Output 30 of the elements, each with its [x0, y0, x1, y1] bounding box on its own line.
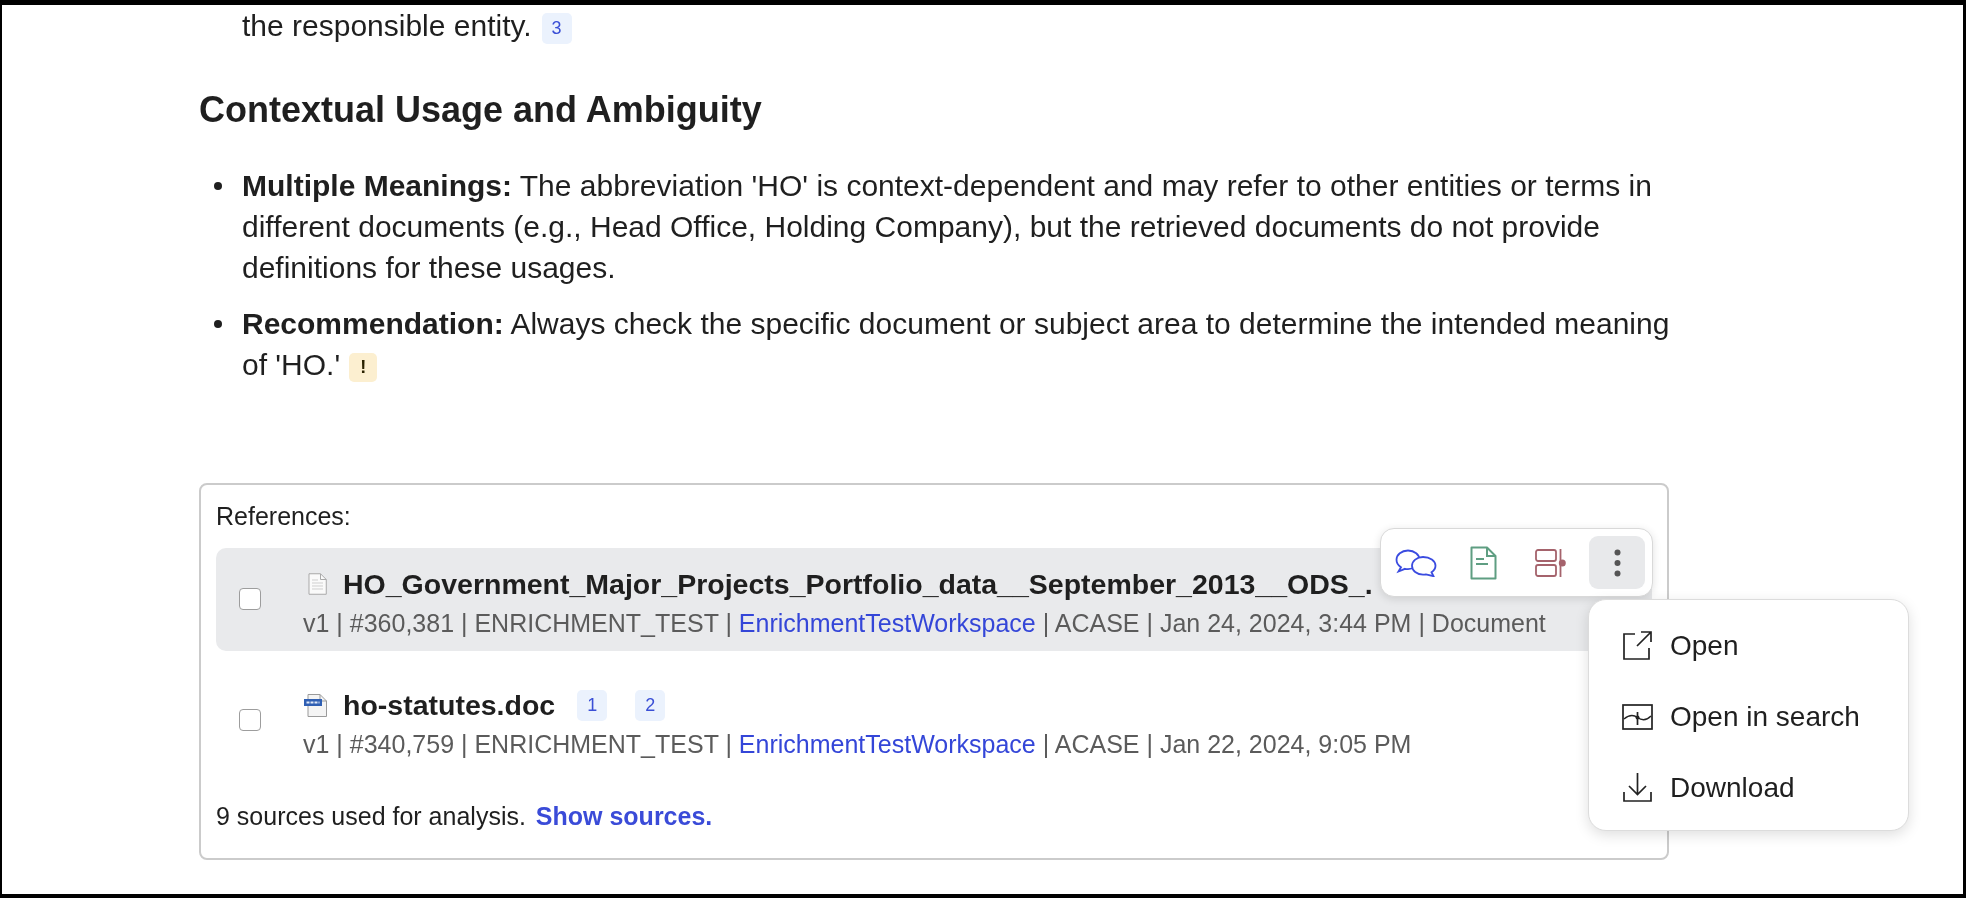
document-title[interactable]: ho-statutes.doc [343, 685, 556, 725]
chat-bubbles-icon [1395, 548, 1437, 577]
body-text: the responsible entity. [242, 9, 532, 42]
warning-badge[interactable]: ! [349, 352, 378, 382]
citation-badge[interactable]: 3 [541, 12, 572, 44]
workspace-link[interactable]: EnrichmentTestWorkspace [738, 730, 1036, 758]
section-heading: Contextual Usage and Ambiguity [199, 88, 763, 132]
bullet-text: Multiple Meanings: The abbreviation 'HO' is context-dependent and may refer to other entities or terms in different documents (e.g., Head Office, Holding Company), but the retrieved documents do not provide definitions for these usages. [242, 168, 1653, 286]
framed-wave-icon [1622, 701, 1653, 732]
document-title[interactable]: HO_Government_Major_Projects_Portfolio_data__September_2013__ODS_. [343, 564, 1373, 604]
document-icon [1469, 545, 1497, 580]
references-label: References: [216, 501, 352, 532]
show-sources-link[interactable]: Show sources. [535, 802, 713, 830]
checkbox[interactable] [239, 709, 261, 731]
doc-file-icon [304, 693, 327, 717]
checkbox[interactable] [239, 588, 261, 610]
document-details: v1 | #340,759 | ENRICHMENT_TEST | EnrichmentTestWorkspace | ACASE | Jan 22, 2024, 9:05 PM [303, 729, 1412, 760]
bullet-icon [214, 319, 222, 328]
file-icon [308, 573, 327, 595]
bullet-text: Recommendation: Always check the specific document or subject area to determine the intended meaning of 'HO.' ! [242, 306, 1671, 384]
bullet-icon [214, 181, 222, 190]
citation-badge[interactable]: 2 [635, 689, 666, 721]
more-button[interactable] [1589, 536, 1645, 589]
external-link-icon [1622, 630, 1653, 661]
stacked-panels-icon [1534, 548, 1566, 577]
workspace-link[interactable]: EnrichmentTestWorkspace [738, 609, 1036, 637]
citation-badge[interactable]: 1 [577, 689, 608, 721]
document-details: v1 | #360,381 | ENRICHMENT_TEST | EnrichmentTestWorkspace | ACASE | Jan 24, 2024, 3:44 PM | Document [303, 608, 1546, 639]
more-icon [1613, 548, 1621, 577]
download-icon [1622, 772, 1653, 803]
